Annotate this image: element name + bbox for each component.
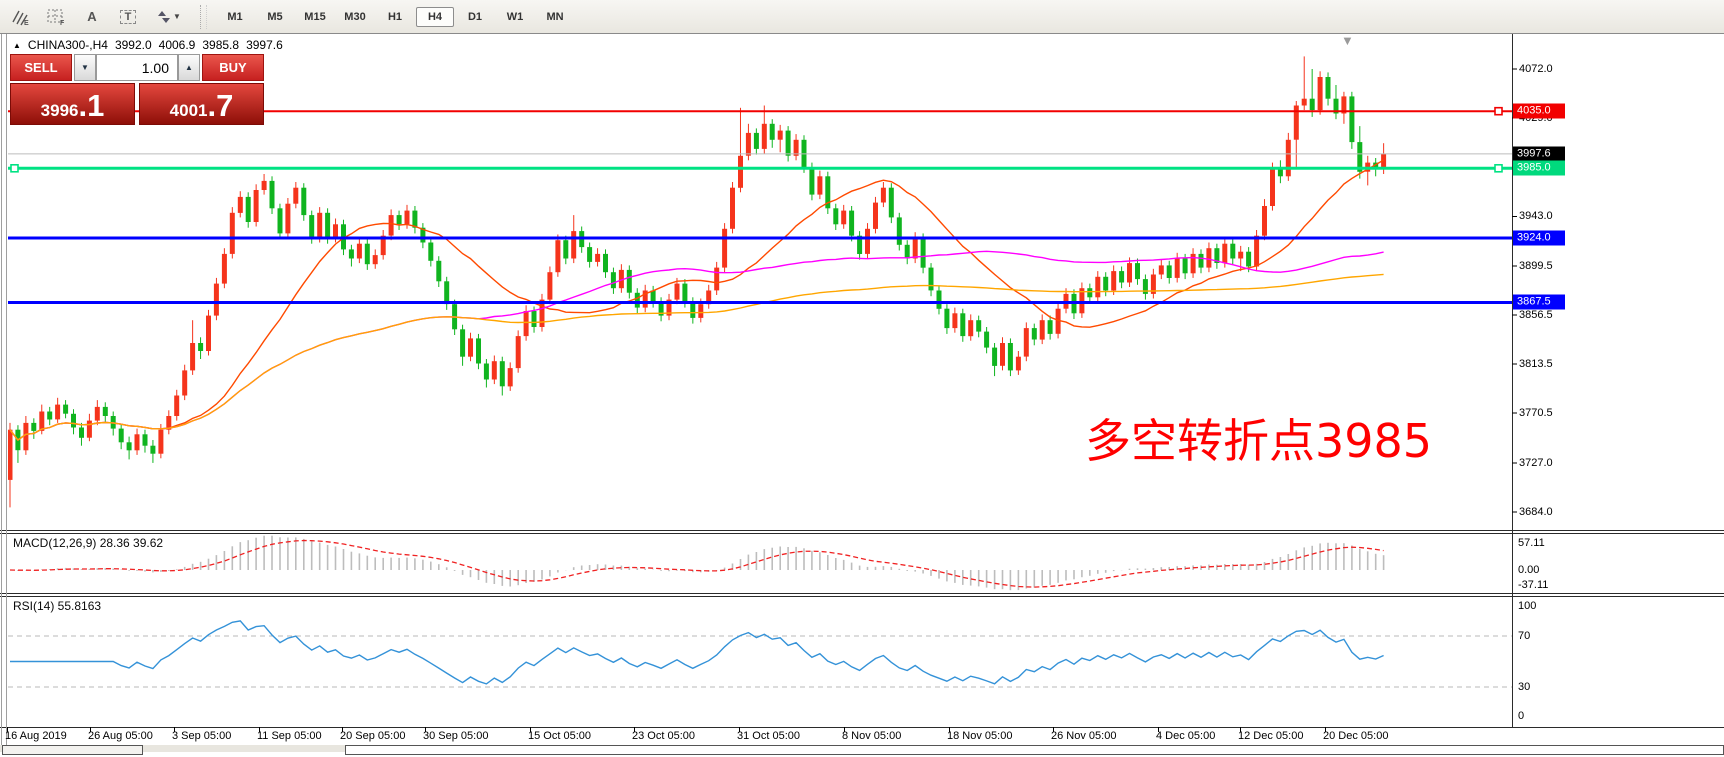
date-tick-label: 23 Oct 05:00 [632,730,695,742]
price-tick-label: 4072.0 [1519,63,1553,75]
macd-scale-label: -37.11 [1518,579,1548,591]
rsi-scale-label: 70 [1518,630,1530,642]
volume-decrease-button[interactable]: ▼ [74,54,96,81]
price-badge: 4035.0 [1513,104,1565,119]
toolbar: E F A T ▼ M1M5M15M30H1H4D1W1MN [0,0,1724,34]
buy-button[interactable]: BUY [202,54,264,81]
date-tick-label: 16 Aug 2019 [5,730,67,742]
arrow-objects-icon[interactable]: ▼ [148,3,190,31]
date-tick-label: 8 Nov 05:00 [842,730,901,742]
timeframe-buttons: M1M5M15M30H1H4D1W1MN [215,7,575,27]
svg-text:F: F [60,20,65,26]
price-tick-label: 3856.5 [1519,309,1553,321]
date-tick-label: 11 Sep 05:00 [257,730,322,742]
date-tick-label: 4 Dec 05:00 [1156,730,1215,742]
one-click-trading-panel: SELL ▼ 1.00 ▲ BUY 3996.1 4001.7 [10,54,264,125]
chart-tab[interactable] [2,745,143,755]
timeframe-button-MN[interactable]: MN [536,7,574,27]
chevron-down-icon: ▼ [173,12,181,21]
timeframe-button-H4[interactable]: H4 [416,7,454,27]
ohlc-open: 3992.0 [115,38,152,52]
grid-icon[interactable]: F [40,3,72,31]
price-tick-label: 3727.0 [1519,457,1553,469]
buy-price-display[interactable]: 4001.7 [139,83,264,125]
timeframe-button-M1[interactable]: M1 [216,7,254,27]
date-tick-label: 15 Oct 05:00 [528,730,591,742]
price-tick-label: 3899.5 [1519,260,1553,272]
ohlc-close: 3997.6 [246,38,283,52]
date-tick-label: 26 Nov 05:00 [1051,730,1116,742]
rsi-scale-label: 100 [1518,600,1536,612]
symbol-name: CHINA300-,H4 [28,38,108,52]
symbol-header: ▲ CHINA300-,H4 3992.0 4006.9 3985.8 3997… [13,38,283,52]
price-badge: 3867.5 [1513,295,1565,310]
sell-button[interactable]: SELL [10,54,72,81]
sell-price-pip: .1 [78,91,104,121]
rsi-scale-label: 30 [1518,681,1530,693]
rsi-scale-label: 0 [1518,710,1524,722]
price-badge: 3985.0 [1513,161,1565,176]
price-tick-label: 3813.5 [1519,358,1553,370]
rsi-label: RSI(14) 55.8163 [13,599,101,613]
date-tick-label: 12 Dec 05:00 [1238,730,1303,742]
date-tick-label: 30 Sep 05:00 [423,730,488,742]
macd-label: MACD(12,26,9) 28.36 39.62 [13,536,163,550]
timeframe-button-D1[interactable]: D1 [456,7,494,27]
macd-scale-label: 0.00 [1518,564,1539,576]
chart-tab[interactable] [345,745,1724,755]
timeframe-button-W1[interactable]: W1 [496,7,534,27]
down-arrow-marker-icon[interactable]: ▼ [1341,33,1354,48]
macd-scale-label: 57.11 [1518,537,1545,549]
timeframe-button-M5[interactable]: M5 [256,7,294,27]
date-tick-label: 26 Aug 05:00 [88,730,153,742]
timeframe-button-M15[interactable]: M15 [296,7,334,27]
indicator-studies-icon[interactable]: E [4,3,36,31]
date-tick-label: 18 Nov 05:00 [947,730,1012,742]
date-tick-label: 3 Sep 05:00 [172,730,231,742]
toolbar-separator [200,5,207,29]
volume-input[interactable]: 1.00 [96,54,178,81]
text-box-icon[interactable]: T [112,3,144,31]
date-tick-label: 31 Oct 05:00 [737,730,800,742]
svg-text:E: E [24,20,29,26]
price-tick-label: 3684.0 [1519,506,1553,518]
ohlc-high: 4006.9 [159,38,196,52]
price-badge: 3924.0 [1513,230,1565,245]
text-label-icon[interactable]: A [76,3,108,31]
timeframe-button-M30[interactable]: M30 [336,7,374,27]
sell-price-main: 3996 [41,101,79,121]
date-tick-label: 20 Dec 05:00 [1323,730,1388,742]
price-badge: 3997.6 [1513,146,1565,161]
timeframe-button-H1[interactable]: H1 [376,7,414,27]
price-tick-label: 3943.0 [1519,210,1553,222]
buy-price-pip: .7 [207,91,233,121]
ohlc-low: 3985.8 [202,38,239,52]
text-box-glyph: T [120,10,137,24]
collapse-triangle-icon[interactable]: ▲ [13,41,21,50]
sell-price-display[interactable]: 3996.1 [10,83,135,125]
price-tick-label: 3770.5 [1519,407,1553,419]
chart-text-annotation[interactable]: 多空转折点3985 [1085,405,1432,471]
buy-price-main: 4001 [170,101,208,121]
volume-increase-button[interactable]: ▲ [178,54,200,81]
date-tick-label: 20 Sep 05:00 [340,730,405,742]
chart-tab-bar [0,745,1724,752]
